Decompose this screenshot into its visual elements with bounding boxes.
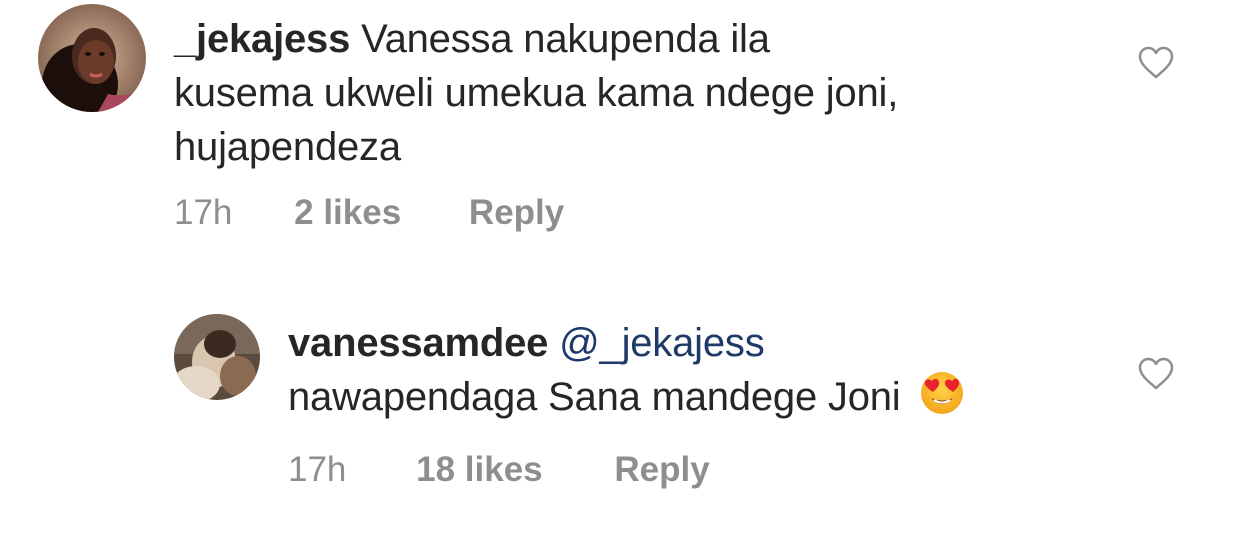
avatar[interactable] (174, 314, 260, 400)
comment-body: vanessamdee @_jekajess nawapendaga Sana … (288, 316, 1088, 430)
comment-timestamp: 17h (174, 193, 233, 232)
likes-count-button[interactable]: 2 likes (294, 193, 401, 233)
smiling-face-with-heart-eyes-icon (919, 370, 965, 430)
heart-outline-icon[interactable] (1138, 46, 1174, 80)
comment-username[interactable]: _jekajess (174, 17, 350, 61)
profile-photo-icon (174, 314, 260, 400)
comment-timestamp: 17h (288, 450, 347, 489)
comment-username[interactable]: vanessamdee (288, 321, 548, 365)
comment-meta: 17h 2 likes Reply (174, 193, 564, 233)
profile-photo-icon (38, 4, 146, 112)
comment-meta: 17h 18 likes Reply (288, 450, 710, 490)
reply-button[interactable]: Reply (469, 193, 564, 233)
comment-body: _jekajess Vanessa nakupenda ila kusema u… (174, 12, 1074, 174)
comment-text-line: kusema ukweli umekua kama ndege joni, (174, 71, 899, 115)
comment-text-line: nawapendaga Sana mandege Joni (288, 375, 901, 419)
comment-text-line: Vanessa nakupenda ila (361, 17, 770, 61)
reply-button[interactable]: Reply (614, 450, 709, 490)
heart-outline-icon[interactable] (1138, 357, 1174, 391)
avatar[interactable] (38, 4, 146, 112)
mention-link[interactable]: @_jekajess (559, 321, 765, 365)
comment-jekajess: _jekajess Vanessa nakupenda ila kusema u… (0, 0, 1242, 260)
likes-count-button[interactable]: 18 likes (416, 450, 543, 490)
comment-text-line: hujapendeza (174, 125, 401, 169)
comment-vanessamdee: vanessamdee @_jekajess nawapendaga Sana … (0, 260, 1242, 543)
